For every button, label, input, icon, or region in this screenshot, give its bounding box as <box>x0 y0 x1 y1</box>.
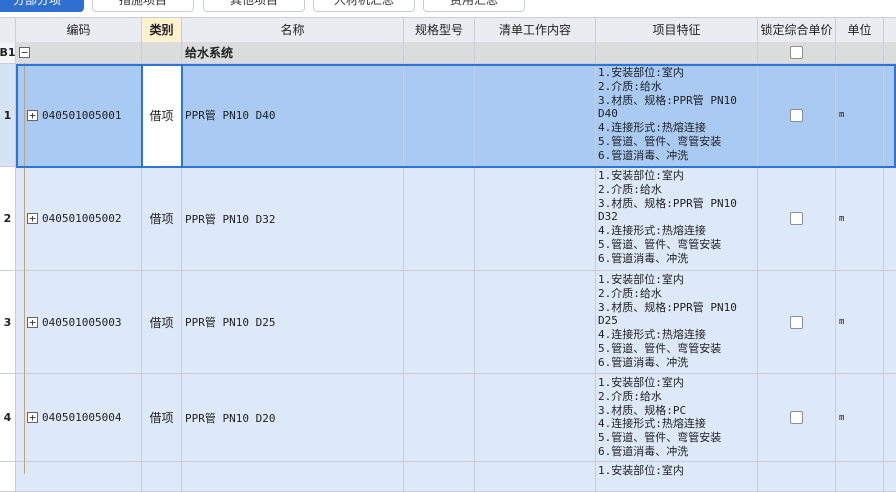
item-type[interactable]: 借项 <box>142 64 182 166</box>
item-name[interactable]: PPR管 PN10 D20 <box>182 374 404 461</box>
item-code[interactable]: 040501005001 <box>42 109 121 122</box>
item-work[interactable] <box>475 374 596 461</box>
item-work[interactable] <box>475 167 596 270</box>
header-lock[interactable]: 锁定综合单价 <box>758 18 836 42</box>
tab-strip: 分部分项 措施项目 其他项目 人材机汇总 费用汇总 <box>0 0 896 13</box>
lock-price-checkbox[interactable] <box>790 46 803 59</box>
lock-price-checkbox[interactable] <box>790 315 803 329</box>
header-unit[interactable]: 单位 <box>836 18 884 42</box>
item-work[interactable] <box>475 64 596 166</box>
item-unit[interactable]: m <box>836 64 884 166</box>
collapse-icon[interactable]: − <box>19 47 30 58</box>
item-unit[interactable]: m <box>836 167 884 270</box>
item-feature[interactable]: 1.安装部位:室内 2.介质:给水 3.材质、规格:PPR管 PN10 D32 … <box>596 167 758 270</box>
header-rownum <box>0 18 16 42</box>
item-type[interactable]: 借项 <box>142 374 182 461</box>
expand-icon[interactable]: + <box>27 316 38 328</box>
item-feature[interactable]: 1.安装部位:室内 <box>596 462 758 491</box>
item-spec[interactable] <box>404 64 475 166</box>
tree-guide-line <box>24 63 25 474</box>
row-number: 3 <box>0 271 16 373</box>
header-spec[interactable]: 规格型号 <box>404 18 475 42</box>
lock-price-checkbox[interactable] <box>790 411 803 424</box>
tab-fenbu[interactable]: 分部分项 <box>0 0 84 12</box>
grid-header: 编码 类别 名称 规格型号 清单工作内容 项目特征 锁定综合单价 单位 <box>0 17 896 43</box>
expand-icon[interactable]: + <box>27 412 38 423</box>
item-work[interactable] <box>475 271 596 373</box>
item-name[interactable]: PPR管 PN10 D40 <box>182 64 404 166</box>
row-number: 2 <box>0 167 16 270</box>
tab-qita[interactable]: 其他项目 <box>203 0 305 12</box>
item-code[interactable]: 040501005002 <box>42 212 121 225</box>
item-code[interactable]: 040501005003 <box>42 316 121 329</box>
lock-price-checkbox[interactable] <box>790 212 803 225</box>
header-work[interactable]: 清单工作内容 <box>475 18 596 42</box>
item-type[interactable]: 借项 <box>142 167 182 270</box>
row-number: 1 <box>0 64 16 166</box>
expand-icon[interactable]: + <box>27 109 38 121</box>
item-spec[interactable] <box>404 271 475 373</box>
table-row[interactable]: 4 + 040501005004 借项 PPR管 PN10 D20 1.安装部位… <box>0 374 896 462</box>
table-row[interactable]: 3 + 040501005003 借项 PPR管 PN10 D25 1.安装部位… <box>0 271 896 374</box>
row-number <box>0 462 16 491</box>
table-row[interactable]: 2 + 040501005002 借项 PPR管 PN10 D32 1.安装部位… <box>0 167 896 271</box>
header-name[interactable]: 名称 <box>182 18 404 42</box>
row-number: B1 <box>0 42 16 63</box>
item-type[interactable]: 借项 <box>142 271 182 373</box>
lock-price-checkbox[interactable] <box>790 108 803 122</box>
item-code[interactable]: 040501005004 <box>42 411 121 424</box>
item-name[interactable]: PPR管 PN10 D25 <box>182 271 404 373</box>
item-feature[interactable]: 1.安装部位:室内 2.介质:给水 3.材质、规格:PPR管 PN10 D25 … <box>596 271 758 373</box>
item-feature[interactable]: 1.安装部位:室内 2.介质:给水 3.材质、规格:PPR管 PN10 D40 … <box>596 64 758 166</box>
item-spec[interactable] <box>404 374 475 461</box>
header-code[interactable]: 编码 <box>16 18 142 42</box>
group-row[interactable]: B1 − 给水系统 <box>0 42 896 64</box>
group-name: 给水系统 <box>182 42 404 63</box>
row-number: 4 <box>0 374 16 461</box>
tab-rencaiji[interactable]: 人材机汇总 <box>313 0 415 12</box>
table-row[interactable]: 1.安装部位:室内 <box>0 462 896 492</box>
item-feature[interactable]: 1.安装部位:室内 2.介质:给水 3.材质、规格:PC 4.连接形式:热熔连接… <box>596 374 758 461</box>
tab-cuoshi[interactable]: 措施项目 <box>92 0 194 12</box>
item-unit[interactable]: m <box>836 374 884 461</box>
item-name[interactable]: PPR管 PN10 D32 <box>182 167 404 270</box>
item-unit[interactable]: m <box>836 271 884 373</box>
table-row[interactable]: 1 + 040501005001 借项 PPR管 PN10 D40 1.安装部位… <box>0 64 896 167</box>
expand-icon[interactable]: + <box>27 213 38 224</box>
header-feature[interactable]: 项目特征 <box>596 18 758 42</box>
header-type[interactable]: 类别 <box>142 18 182 42</box>
tab-feiyong[interactable]: 费用汇总 <box>423 0 525 12</box>
item-spec[interactable] <box>404 167 475 270</box>
